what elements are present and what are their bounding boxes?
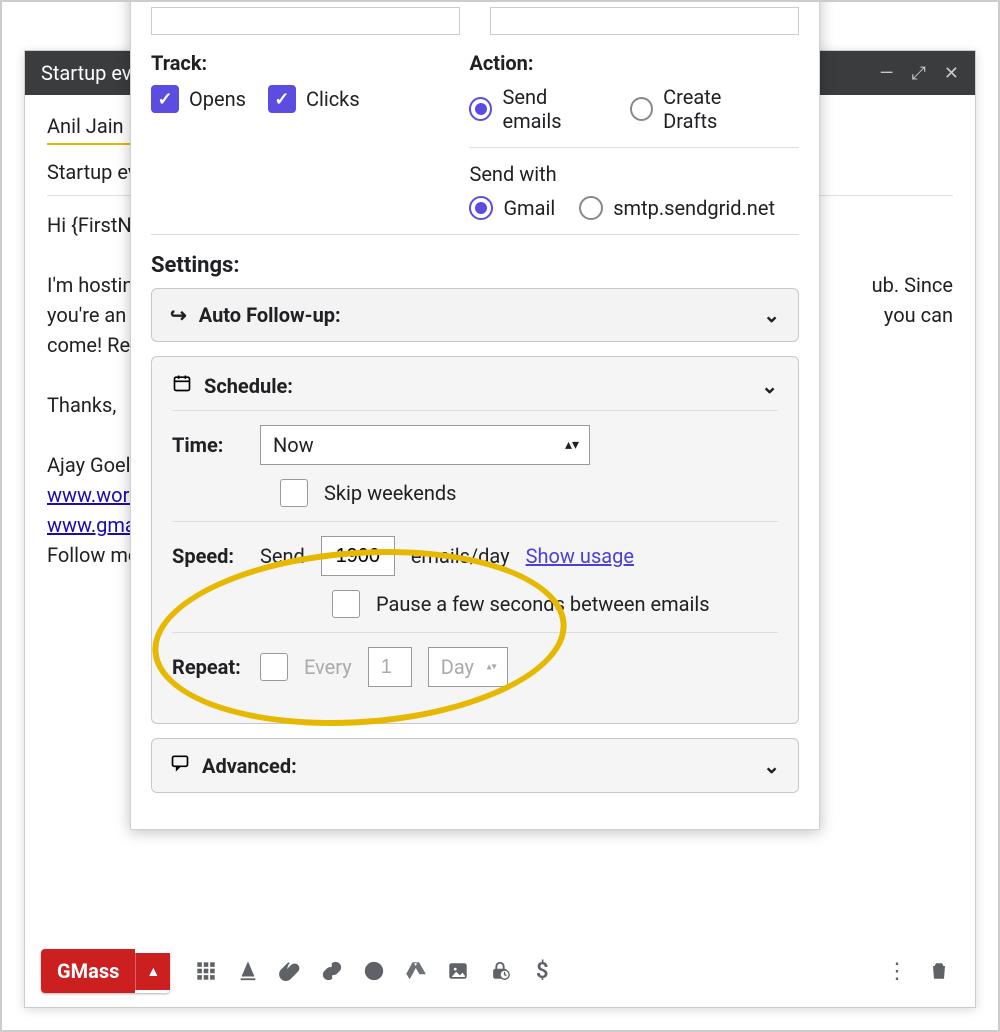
chevron-down-icon: ⌄ xyxy=(763,303,780,327)
advanced-label: Advanced: xyxy=(202,754,297,778)
time-select[interactable]: Now ▴▾ xyxy=(260,425,590,465)
gmail-radio[interactable] xyxy=(469,196,493,220)
dollar-icon[interactable]: $ xyxy=(522,951,562,991)
reply-icon: ↪ xyxy=(170,303,187,327)
clicks-label: Clicks xyxy=(306,87,360,111)
formatting-grid-icon[interactable] xyxy=(186,951,226,991)
minimize-icon[interactable]: — xyxy=(879,63,893,84)
settings-header: Settings: xyxy=(151,253,799,278)
send-emails-label: Send emails xyxy=(502,85,606,133)
speed-input[interactable] xyxy=(321,536,395,576)
every-label: Every xyxy=(304,655,352,679)
time-label: Time: xyxy=(172,433,244,457)
body-line: you're an e xyxy=(47,300,142,330)
gmass-button[interactable]: GMass ▲ xyxy=(41,949,170,993)
confidential-icon[interactable] xyxy=(480,951,520,991)
sendgrid-label: smtp.sendgrid.net xyxy=(613,196,775,220)
compose-title: Startup ev xyxy=(41,61,132,85)
action-label: Action: xyxy=(469,51,799,75)
repeat-number-input xyxy=(368,647,412,687)
photo-icon[interactable] xyxy=(438,951,478,991)
gmass-label: GMass xyxy=(41,949,135,993)
repeat-unit-select: Day ▴▾ xyxy=(428,647,508,687)
body-line: you can xyxy=(884,300,953,330)
opens-label: Opens xyxy=(189,87,246,111)
more-icon[interactable]: ⋮ xyxy=(877,951,917,991)
chat-icon xyxy=(170,753,190,778)
link-icon[interactable] xyxy=(312,951,352,991)
auto-followup-accordion[interactable]: ↪ Auto Follow-up: ⌄ xyxy=(151,288,799,342)
send-word: Send xyxy=(260,544,305,568)
trash-icon[interactable] xyxy=(919,951,959,991)
skip-weekends-label: Skip weekends xyxy=(324,481,457,505)
pause-label: Pause a few seconds between emails xyxy=(376,592,710,616)
body-line: ub. Since xyxy=(872,270,953,300)
opens-checkbox[interactable]: ✓ xyxy=(151,85,179,113)
sendgrid-radio[interactable] xyxy=(579,196,603,220)
pause-checkbox[interactable] xyxy=(332,590,360,618)
compose-toolbar: GMass ▲ xyxy=(41,949,959,993)
track-label: Track: xyxy=(151,51,429,75)
recipient-chip[interactable]: Anil Jain ( xyxy=(47,111,135,145)
close-icon[interactable]: ✕ xyxy=(944,63,959,84)
gmail-label: Gmail xyxy=(503,196,555,220)
attach-icon[interactable] xyxy=(270,951,310,991)
emails-day-label: emails/day xyxy=(411,544,510,568)
speed-label: Speed: xyxy=(172,544,244,568)
create-drafts-radio[interactable] xyxy=(630,97,653,121)
skip-weekends-checkbox[interactable] xyxy=(280,479,308,507)
drive-icon[interactable] xyxy=(396,951,436,991)
create-drafts-label: Create Drafts xyxy=(663,85,775,133)
send-with-label: Send with xyxy=(469,162,799,186)
show-usage-link[interactable]: Show usage xyxy=(526,544,634,568)
gmass-caret-icon[interactable]: ▲ xyxy=(135,953,170,990)
clicks-checkbox[interactable]: ✓ xyxy=(268,85,296,113)
select-caret-icon: ▴▾ xyxy=(487,662,497,673)
chevron-down-icon[interactable]: ⌄ xyxy=(761,374,778,398)
repeat-checkbox[interactable] xyxy=(260,653,288,681)
emoji-icon[interactable] xyxy=(354,951,394,991)
advanced-accordion[interactable]: Advanced: ⌄ xyxy=(151,738,799,793)
text-format-icon[interactable] xyxy=(228,951,268,991)
expand-icon[interactable]: ⤢ xyxy=(912,63,926,84)
calendar-icon xyxy=(172,373,192,398)
chevron-down-icon: ⌄ xyxy=(763,754,780,778)
auto-followup-label: Auto Follow-up: xyxy=(199,303,341,327)
send-emails-radio[interactable] xyxy=(469,97,492,121)
schedule-label: Schedule: xyxy=(204,374,293,398)
gmass-settings-panel: Track: ✓ Opens ✓ Clicks Action: xyxy=(130,0,820,830)
repeat-label: Repeat: xyxy=(172,655,244,679)
schedule-box: Schedule: ⌄ Time: Now ▴▾ Skip weekends S… xyxy=(151,356,799,724)
time-value: Now xyxy=(273,433,314,457)
select-caret-icon: ▴▾ xyxy=(565,437,579,453)
